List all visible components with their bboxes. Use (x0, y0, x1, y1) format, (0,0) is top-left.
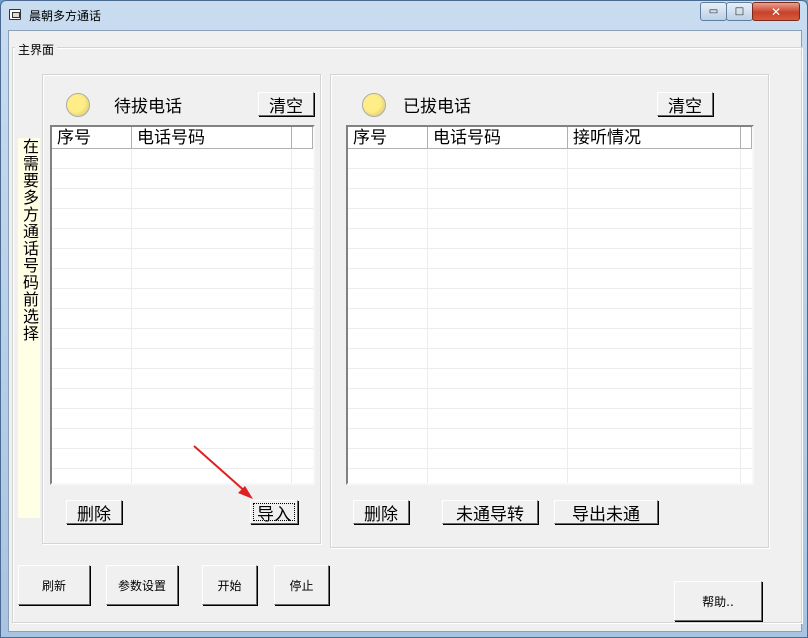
column-header-answer-status[interactable]: 接听情况 (568, 127, 741, 149)
dialed-list-header: 序号 电话号码 接听情况 (348, 127, 752, 149)
pending-delete-button[interactable]: 删除 (66, 500, 122, 525)
list-row (52, 289, 313, 309)
dialed-calls-list[interactable]: 序号 电话号码 接听情况 (346, 125, 754, 485)
dialed-calls-title: 已拔电话 (403, 97, 471, 117)
list-row (348, 229, 752, 249)
pending-list-body (52, 149, 313, 483)
pending-calls-list[interactable]: 序号 电话号码 (50, 125, 315, 485)
list-row (52, 249, 313, 269)
main-frame-caption: 主界面 (15, 41, 58, 58)
list-row (52, 209, 313, 229)
list-row (348, 389, 752, 409)
close-button[interactable]: ✕ (752, 2, 800, 21)
column-header-empty[interactable] (741, 127, 752, 149)
column-header-phone[interactable]: 电话号码 (132, 127, 292, 149)
minimize-icon: ▭ (708, 6, 719, 17)
list-row (348, 169, 752, 189)
list-row (52, 329, 313, 349)
dialed-list-body (348, 149, 752, 483)
column-header-phone[interactable]: 电话号码 (428, 127, 568, 149)
list-row (52, 409, 313, 429)
list-row (52, 449, 313, 469)
column-header-index[interactable]: 序号 (52, 127, 132, 149)
redirect-unanswered-button[interactable]: 未通导转 (442, 500, 538, 525)
minimize-button[interactable]: ▭ (700, 2, 727, 21)
list-row (52, 469, 313, 483)
help-button[interactable]: 帮助.. (674, 581, 762, 621)
dialed-delete-button[interactable]: 删除 (353, 500, 409, 525)
dialed-status-led-icon (362, 93, 386, 117)
list-row (348, 189, 752, 209)
title-bar[interactable]: 晨朝多方通话 ▭ □ ✕ (1, 1, 807, 29)
app-window: 晨朝多方通话 ▭ □ ✕ 主界面 在需要多方通话号码前选择 待拔电话 清空 序号… (0, 0, 808, 638)
list-row (52, 429, 313, 449)
list-row (348, 269, 752, 289)
dialed-clear-button[interactable]: 清空 (657, 92, 713, 117)
side-instruction-text: 在需要多方通话号码前选择 (20, 138, 39, 342)
export-unanswered-button[interactable]: 导出未通 (554, 500, 658, 525)
pending-calls-title: 待拔电话 (114, 97, 182, 117)
list-row (348, 249, 752, 269)
list-row (348, 409, 752, 429)
list-row (348, 149, 752, 169)
app-icon[interactable] (9, 9, 21, 20)
client-area: 主界面 在需要多方通话号码前选择 待拔电话 清空 序号 电话号码 删除 导入 已… (8, 30, 802, 632)
list-row (348, 309, 752, 329)
window-title: 晨朝多方通话 (29, 9, 102, 23)
list-row (348, 449, 752, 469)
side-instruction-label: 在需要多方通话号码前选择 (18, 138, 41, 518)
list-row (52, 309, 313, 329)
stop-button[interactable]: 停止 (274, 565, 329, 605)
close-icon: ✕ (770, 4, 782, 19)
list-row (52, 389, 313, 409)
list-row (52, 149, 313, 169)
column-header-index[interactable]: 序号 (348, 127, 428, 149)
list-row (348, 209, 752, 229)
list-row (52, 269, 313, 289)
list-row (52, 189, 313, 209)
list-row (52, 349, 313, 369)
list-row (52, 229, 313, 249)
refresh-button[interactable]: 刷新 (18, 565, 90, 605)
list-row (348, 329, 752, 349)
list-row (52, 369, 313, 389)
list-row (348, 349, 752, 369)
maximize-icon: □ (734, 6, 745, 17)
list-row (348, 469, 752, 483)
pending-clear-button[interactable]: 清空 (258, 92, 314, 117)
start-button[interactable]: 开始 (202, 565, 257, 605)
column-header-empty[interactable] (292, 127, 313, 149)
list-row (348, 289, 752, 309)
pending-status-led-icon (66, 93, 90, 117)
maximize-button[interactable]: □ (726, 2, 753, 21)
pending-list-header: 序号 电话号码 (52, 127, 313, 149)
settings-button[interactable]: 参数设置 (106, 565, 178, 605)
list-row (52, 169, 313, 189)
annotation-arrow-icon (193, 445, 253, 499)
list-row (348, 369, 752, 389)
list-row (348, 429, 752, 449)
